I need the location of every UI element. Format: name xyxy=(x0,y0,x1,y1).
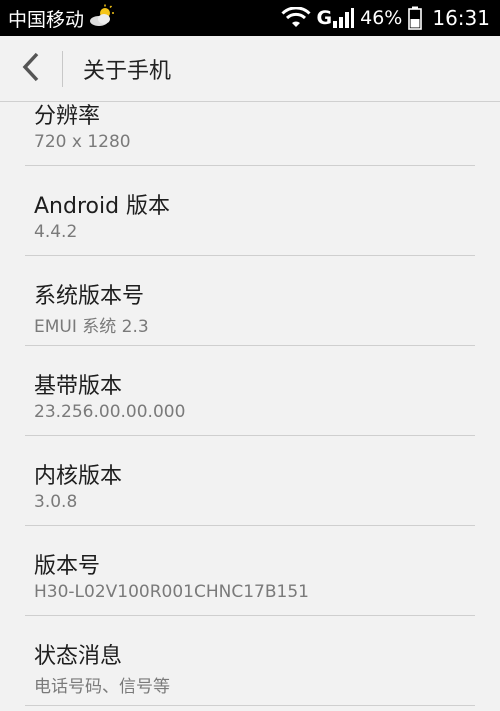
chevron-left-icon xyxy=(22,52,40,86)
wifi-icon xyxy=(280,7,311,29)
item-value: 3.0.8 xyxy=(34,492,78,512)
item-value: 电话号码、信号等 xyxy=(34,677,170,697)
list-item-build-number[interactable]: 版本号 H30-L02V100R001CHNC17B151 xyxy=(0,526,500,616)
status-bar: 中国移动 G 46% 16:31 xyxy=(0,0,500,36)
battery-icon xyxy=(408,6,423,30)
network-type: G xyxy=(316,7,333,29)
status-left: 中国移动 xyxy=(8,4,116,33)
status-right: G 46% 16:31 xyxy=(280,6,490,30)
clock: 16:31 xyxy=(432,6,490,30)
item-title: 版本号 xyxy=(34,554,101,579)
carrier-name: 中国移动 xyxy=(8,8,85,31)
about-phone-list[interactable]: 分辨率 720 x 1280 Android 版本 4.4.2 系统版本号 EM… xyxy=(0,103,500,711)
list-item-system-version[interactable]: 系统版本号 EMUI 系统 2.3 xyxy=(0,256,500,346)
signal-icon: G xyxy=(317,7,355,29)
list-inner: 分辨率 720 x 1280 Android 版本 4.4.2 系统版本号 EM… xyxy=(0,103,500,706)
list-item-android-version[interactable]: Android 版本 4.4.2 xyxy=(0,166,500,256)
item-title: 系统版本号 xyxy=(34,284,145,309)
item-value: 4.4.2 xyxy=(34,222,78,242)
item-value: EMUI 系统 2.3 xyxy=(34,317,149,337)
back-button[interactable] xyxy=(0,36,62,102)
list-item-resolution[interactable]: 分辨率 720 x 1280 xyxy=(0,103,500,166)
item-title: Android 版本 xyxy=(34,194,171,219)
weather-icon xyxy=(88,4,116,33)
app-header: 关于手机 xyxy=(0,36,500,102)
item-title: 基带版本 xyxy=(34,374,123,399)
list-item-baseband-version[interactable]: 基带版本 23.256.00.00.000 xyxy=(0,346,500,436)
item-title: 状态消息 xyxy=(34,644,123,669)
item-value: H30-L02V100R001CHNC17B151 xyxy=(34,582,309,602)
header-divider xyxy=(62,50,63,87)
battery-percent: 46% xyxy=(360,7,403,29)
item-title: 内核版本 xyxy=(34,464,123,489)
page-title: 关于手机 xyxy=(83,58,172,84)
item-value: 720 x 1280 xyxy=(34,132,131,152)
item-title: 分辨率 xyxy=(34,104,101,129)
list-item-kernel-version[interactable]: 内核版本 3.0.8 xyxy=(0,436,500,526)
list-item-status[interactable]: 状态消息 电话号码、信号等 xyxy=(0,616,500,706)
divider xyxy=(25,705,475,706)
item-value: 23.256.00.00.000 xyxy=(34,402,186,422)
